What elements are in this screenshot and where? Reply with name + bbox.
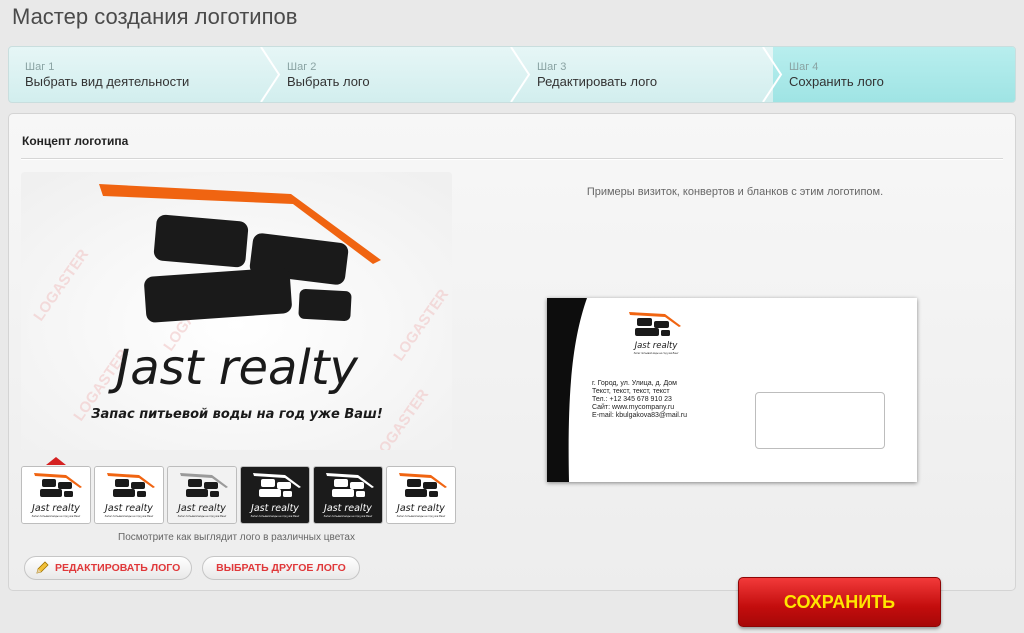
step-2-label: Выбрать лого [287, 74, 370, 89]
logo-preview: LOGASTER LOGASTER LOGASTER LOGASTER LOGA… [21, 172, 452, 450]
color-variant-3[interactable]: Jast realty Запас питьевой воды на год уж… [167, 466, 237, 524]
logo-name-text: Jast realty [108, 340, 358, 396]
envelope-logo-name: Jast realty [633, 341, 679, 351]
variant-logo-name: Jast realty [176, 503, 226, 514]
variant-logo-image: Jast realtyЗапас питьевой воды на год уж… [241, 467, 309, 523]
step-3-number: Шаг 3 [537, 61, 567, 73]
logo-concept-panel: Концепт логотипа LOGASTER LOGASTER LOGAS… [8, 113, 1016, 591]
color-variant-5[interactable]: Jast realty Запас питьевой воды на год уж… [313, 466, 383, 524]
step-2[interactable]: Шаг 2 Выбрать лого [271, 47, 521, 102]
page-title: Мастер создания логотипов [12, 4, 298, 29]
edit-logo-button[interactable]: Редактировать лого [24, 556, 192, 580]
step-3-label: Редактировать лого [537, 74, 658, 89]
variant-logo-image: Jast realtyЗапас питьевой воды на год уж… [95, 467, 163, 523]
logo-brick-shape [153, 214, 249, 268]
logo-image: LOGASTER LOGASTER LOGASTER LOGASTER LOGA… [21, 172, 452, 450]
address-line: г. Город, ул. Улица, д. Дом [592, 380, 677, 387]
envelope-address-window [755, 392, 885, 449]
address-line: Текст, текст, текст, текст [592, 388, 670, 395]
variant-logo-slogan: Запас питьевой воды на год уже Ваш! [32, 515, 81, 518]
color-variant-1[interactable]: Jast realty Запас питьевой воды на год уж… [21, 466, 91, 524]
color-variant-6[interactable]: Jast realty Запас питьевой воды на год уж… [386, 466, 456, 524]
section-title: Концепт логотипа [22, 134, 129, 148]
variant-logo-slogan: Запас питьевой воды на год уже Ваш! [251, 515, 300, 518]
step-3[interactable]: Шаг 3 Редактировать лого [521, 47, 773, 102]
variant-logo-slogan: Запас питьевой воды на год уже Ваш! [105, 515, 154, 518]
choose-other-logo-button[interactable]: Выбрать другое лого [202, 556, 360, 580]
variant-logo-image: Jast realtyЗапас питьевой воды на год уж… [314, 467, 382, 523]
variant-logo-slogan: Запас питьевой воды на год уже Ваш! [178, 515, 227, 518]
color-variant-2[interactable]: Jast realty Запас питьевой воды на год уж… [94, 466, 164, 524]
envelope-address: г. Город, ул. Улица, д. Дом Текст, текст… [592, 380, 687, 420]
envelope-logo-slogan: Запас питьевой воды на год уже Ваш! [634, 352, 679, 355]
step-4-active[interactable]: Шаг 4 Сохранить лого [773, 47, 1015, 102]
address-line: E-mail: kbulgakova83@mail.ru [592, 412, 688, 419]
step-4-label: Сохранить лого [789, 74, 884, 89]
envelope-logo: Jast realty Запас питьевой воды на год у… [629, 312, 681, 355]
envelope-stripe [547, 298, 587, 482]
variant-logo-slogan: Запас питьевой воды на год уже Ваш! [397, 515, 446, 518]
step-1-number: Шаг 1 [25, 61, 55, 73]
variant-logo-image: Jast realtyЗапас питьевой воды на год уж… [22, 467, 90, 523]
variant-logo-name: Jast realty [395, 503, 445, 514]
address-line: Тел.: +12 345 678 910 23 [592, 396, 672, 403]
wizard-steps: Шаг 1 Выбрать вид деятельности Шаг 2 Выб… [8, 46, 1016, 103]
step-4-number: Шаг 4 [789, 61, 819, 73]
step-1-label: Выбрать вид деятельности [25, 74, 190, 89]
variant-logo-image: Jast realtyЗапас питьевой воды на год уж… [168, 467, 236, 523]
variant-logo-name: Jast realty [249, 503, 299, 514]
variant-logo-name: Jast realty [103, 503, 153, 514]
step-separator-icon [260, 47, 281, 102]
logo-slogan-text: Запас питьевой воды на год уже Ваш! [91, 407, 383, 422]
envelope-preview: Jast realty Запас питьевой воды на год у… [547, 298, 917, 482]
edit-logo-label: Редактировать лого [55, 562, 181, 574]
variant-logo-image: Jast realtyЗапас питьевой воды на год уж… [387, 467, 455, 523]
variant-logo-name: Jast realty [30, 503, 80, 514]
divider [21, 158, 1003, 160]
pencil-icon [36, 561, 49, 574]
save-button[interactable]: СОХРАНИТЬ [738, 577, 941, 627]
address-line: Сайт: www.mycompany.ru [592, 404, 675, 411]
step-separator-icon [762, 47, 783, 102]
variant-logo-name: Jast realty [322, 503, 372, 514]
selected-variant-indicator [46, 457, 66, 465]
step-2-number: Шаг 2 [287, 61, 317, 73]
step-1[interactable]: Шаг 1 Выбрать вид деятельности [9, 47, 279, 102]
examples-caption: Примеры визиток, конвертов и бланков с э… [586, 186, 884, 198]
variant-logo-slogan: Запас питьевой воды на год уже Ваш! [324, 515, 373, 518]
variants-caption: Посмотрите как выглядит лого в различных… [118, 532, 355, 543]
logo-brick-shape [298, 288, 352, 322]
step-separator-icon [510, 47, 531, 102]
color-variant-4[interactable]: Jast realty Запас питьевой воды на год уж… [240, 466, 310, 524]
